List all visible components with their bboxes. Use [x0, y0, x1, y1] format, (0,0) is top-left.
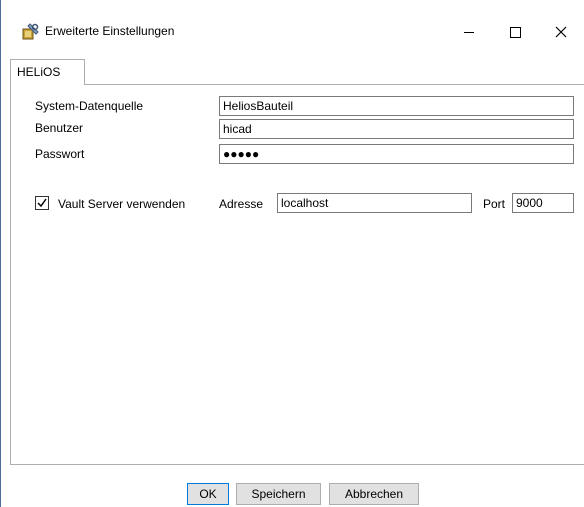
port-field[interactable]: 9000: [512, 193, 574, 213]
checkmark-icon: [37, 198, 47, 208]
tab-label: HELiOS: [17, 65, 61, 79]
password-field[interactable]: ●●●●●: [219, 144, 574, 164]
address-field[interactable]: localhost: [277, 193, 472, 213]
address-label: Adresse: [219, 197, 264, 211]
tab-helios[interactable]: HELiOS: [10, 59, 85, 85]
password-label: Passwort: [35, 147, 85, 161]
title-bar[interactable]: Erweiterte Einstellungen: [1, 0, 584, 62]
settings-dialog: Erweiterte Einstellungen HELiOS System-D…: [0, 0, 584, 507]
close-icon: [555, 26, 567, 38]
minimize-icon: [464, 31, 474, 33]
datasource-field[interactable]: HeliosBauteil: [219, 96, 574, 116]
maximize-button[interactable]: [492, 14, 538, 50]
vault-checkbox-label[interactable]: Vault Server verwenden: [58, 197, 185, 211]
tab-panel: [10, 84, 584, 465]
cancel-button[interactable]: Abbrechen: [329, 483, 419, 505]
minimize-button[interactable]: [446, 14, 492, 50]
datasource-label: System-Datenquelle: [35, 99, 144, 113]
maximize-icon: [509, 26, 521, 38]
save-button[interactable]: Speichern: [236, 483, 321, 505]
vault-checkbox[interactable]: [35, 196, 49, 210]
user-label: Benutzer: [35, 121, 84, 135]
window-border: [0, 0, 1, 507]
window-title: Erweiterte Einstellungen: [45, 24, 175, 38]
settings-tools-icon: [22, 23, 40, 41]
port-label: Port: [483, 197, 506, 211]
user-field[interactable]: hicad: [219, 119, 574, 139]
ok-button[interactable]: OK: [187, 483, 229, 505]
close-button[interactable]: [538, 14, 584, 50]
